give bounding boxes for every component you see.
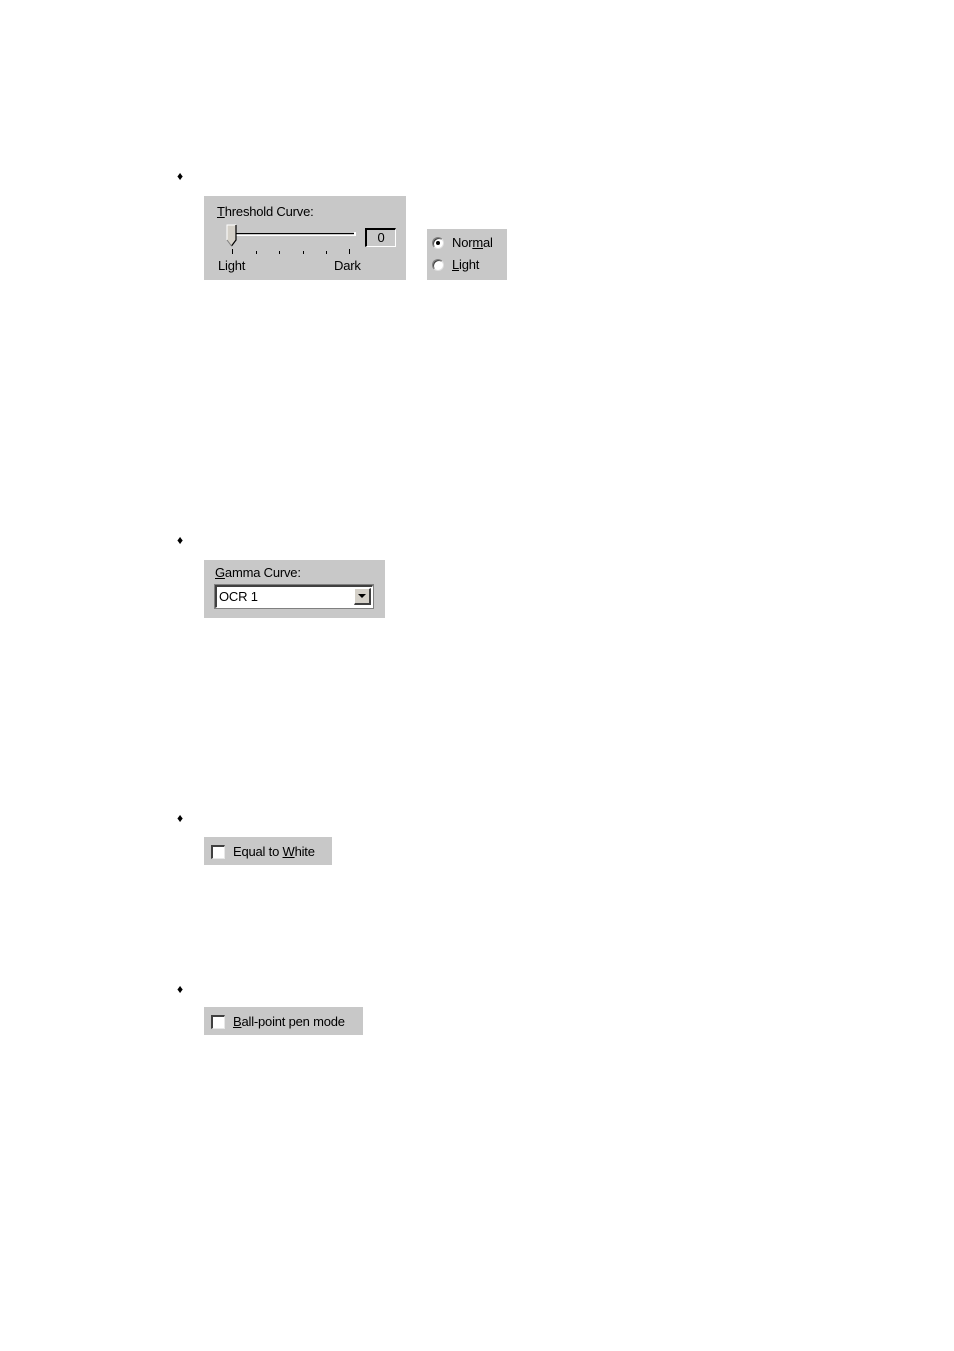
label-text: all-point pen mode bbox=[241, 1014, 345, 1029]
radio-selected-dot bbox=[436, 240, 440, 245]
mnemonic-char: L bbox=[452, 257, 460, 272]
slider-tick bbox=[256, 251, 257, 254]
bullet-marker: ♦ bbox=[177, 982, 184, 996]
label-text: Nor bbox=[452, 235, 473, 250]
threshold-curve-panel: Threshold Curve: Light Dark 0 bbox=[204, 196, 406, 280]
threshold-slider-thumb[interactable] bbox=[226, 224, 238, 248]
equal-to-white-panel: Equal to White bbox=[204, 837, 332, 865]
label-text: amma Curve: bbox=[224, 565, 301, 580]
mnemonic-char: G bbox=[215, 565, 225, 580]
radio-button-normal[interactable] bbox=[432, 236, 444, 249]
bullet-marker: ♦ bbox=[177, 533, 184, 547]
ballpoint-pen-mode-checkbox[interactable] bbox=[211, 1014, 225, 1029]
ballpoint-pen-mode-option[interactable]: Ball-point pen mode bbox=[211, 1014, 345, 1029]
mnemonic-char: m bbox=[472, 235, 483, 250]
radio-label-light[interactable]: Light bbox=[452, 257, 479, 272]
slider-tick bbox=[303, 251, 304, 254]
radio-label-normal[interactable]: Normal bbox=[452, 235, 493, 250]
label-text: hreshold Curve: bbox=[224, 204, 314, 219]
bullet-marker: ♦ bbox=[177, 169, 184, 183]
slider-min-label: Light bbox=[218, 258, 246, 273]
equal-to-white-checkbox[interactable] bbox=[211, 844, 225, 859]
equal-to-white-option[interactable]: Equal to White bbox=[211, 844, 315, 859]
gamma-curve-selected-value: OCR 1 bbox=[219, 589, 258, 604]
dropdown-button[interactable] bbox=[354, 588, 371, 605]
gamma-curve-label: Gamma Curve: bbox=[215, 565, 301, 580]
equal-to-white-label[interactable]: Equal to White bbox=[233, 844, 315, 859]
radio-button-light[interactable] bbox=[432, 258, 444, 271]
slider-tick bbox=[326, 251, 327, 254]
radio-option-light[interactable]: Light bbox=[432, 257, 479, 272]
mode-radio-group: Normal Light bbox=[427, 229, 507, 280]
bullet-marker: ♦ bbox=[177, 811, 184, 825]
slider-tick bbox=[279, 251, 280, 254]
slider-max-label: Dark bbox=[334, 258, 361, 273]
slider-tick bbox=[349, 249, 350, 254]
mnemonic-char: T bbox=[217, 204, 225, 219]
gamma-curve-panel: Gamma Curve: OCR 1 bbox=[204, 560, 385, 618]
threshold-value-field[interactable]: 0 bbox=[365, 228, 396, 247]
chevron-down-icon bbox=[358, 594, 366, 598]
slider-track-end bbox=[354, 232, 356, 236]
gamma-curve-dropdown[interactable]: OCR 1 bbox=[214, 584, 374, 609]
slider-tick bbox=[232, 249, 233, 254]
label-text: hite bbox=[294, 844, 315, 859]
threshold-slider-track[interactable] bbox=[235, 233, 355, 236]
ballpoint-pen-mode-label[interactable]: Ball-point pen mode bbox=[233, 1014, 345, 1029]
threshold-curve-label: Threshold Curve: bbox=[217, 204, 314, 219]
label-text: ight bbox=[459, 257, 480, 272]
ballpoint-pen-mode-panel: Ball-point pen mode bbox=[204, 1007, 363, 1035]
radio-option-normal[interactable]: Normal bbox=[432, 235, 493, 250]
label-text: al bbox=[483, 235, 493, 250]
mnemonic-char: W bbox=[282, 844, 295, 859]
label-text: Equal to bbox=[233, 844, 283, 859]
